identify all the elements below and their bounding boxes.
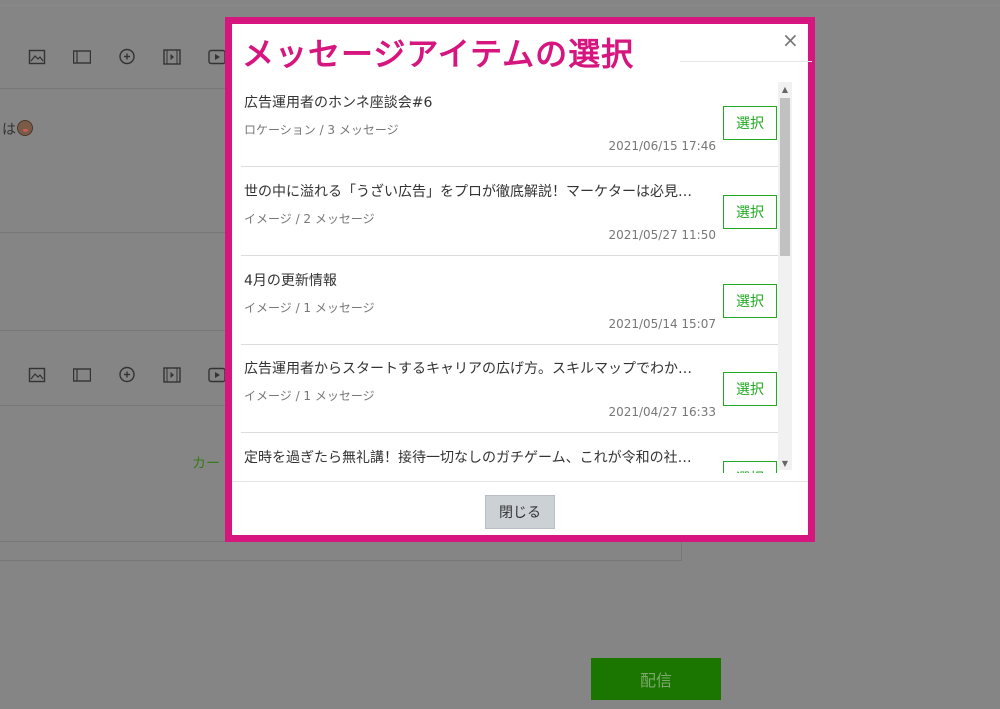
bg-divider <box>0 232 225 233</box>
item-meta: イメージ / 2 メッセージ <box>244 212 375 226</box>
card-link-text[interactable]: カー <box>192 453 220 473</box>
scroll-down-arrow-icon[interactable]: ▼ <box>778 456 792 470</box>
scroll-thumb[interactable] <box>780 98 790 256</box>
bg-divider <box>0 405 225 406</box>
message-fragment-text: は <box>2 122 16 138</box>
send-button[interactable]: 配信 <box>591 658 721 700</box>
select-button[interactable]: 選択 <box>723 461 777 473</box>
item-date: 2021/06/15 17:46 <box>608 139 716 153</box>
list-item: 広告運用者からスタートするキャリアの広げ方。スキルマップでわか… イメージ / … <box>241 345 781 433</box>
close-button[interactable]: 閉じる <box>485 495 555 529</box>
play-icon[interactable] <box>208 366 226 384</box>
select-button[interactable]: 選択 <box>723 195 777 229</box>
bg-divider <box>0 330 225 331</box>
item-date: 2021/04/27 16:33 <box>608 405 716 419</box>
bg-divider <box>0 5 1000 6</box>
image-icon[interactable] <box>28 366 46 384</box>
close-icon[interactable]: × <box>782 30 799 50</box>
item-title: 4月の更新情報 <box>244 273 337 289</box>
item-meta: イメージ / 1 メッセージ <box>244 389 375 403</box>
select-button[interactable]: 選択 <box>723 372 777 406</box>
image-icon[interactable] <box>28 48 46 66</box>
footer-divider <box>232 481 808 482</box>
item-meta: イメージ / 1 メッセージ <box>244 301 375 315</box>
item-date: 2021/05/14 15:07 <box>608 317 716 331</box>
list-item: 4月の更新情報 イメージ / 1 メッセージ 2021/05/14 15:07 … <box>241 257 781 345</box>
list-item: 世の中に溢れる「うざい広告」をプロが徹底解説！マーケターは必見… イメージ / … <box>241 168 781 256</box>
play-icon[interactable] <box>208 48 226 66</box>
item-title: 広告運用者からスタートするキャリアの広げ方。スキルマップでわか… <box>244 361 692 377</box>
emoji-icon <box>17 120 33 136</box>
title-divider <box>680 61 812 62</box>
card-icon[interactable] <box>73 366 91 384</box>
list-scrollbar[interactable]: ▲ ▼ <box>778 82 792 470</box>
list-item: 定時を過ぎたら無礼講！接待一切なしのガチゲーム、これが令和の社… 選択 <box>241 434 781 473</box>
item-title: 定時を過ぎたら無礼講！接待一切なしのガチゲーム、これが令和の社… <box>244 450 692 466</box>
bg-divider <box>0 88 225 89</box>
item-title: 世の中に溢れる「うざい広告」をプロが徹底解説！マーケターは必見… <box>244 184 692 200</box>
item-meta: ロケーション / 3 メッセージ <box>244 123 399 137</box>
scroll-up-arrow-icon[interactable]: ▲ <box>778 82 792 96</box>
select-button[interactable]: 選択 <box>723 106 777 140</box>
card-icon[interactable] <box>73 48 91 66</box>
sticker-icon[interactable] <box>118 366 136 384</box>
message-item-select-modal: メッセージアイテムの選択 × 広告運用者のホンネ座談会#6 ロケーション / 3… <box>225 17 815 542</box>
list-item: 広告運用者のホンネ座談会#6 ロケーション / 3 メッセージ 2021/06/… <box>241 79 781 167</box>
video-icon[interactable] <box>163 366 181 384</box>
text-input-field[interactable] <box>0 541 682 561</box>
modal-title: メッセージアイテムの選択 <box>242 35 635 73</box>
video-icon[interactable] <box>163 48 181 66</box>
select-button[interactable]: 選択 <box>723 284 777 318</box>
item-date: 2021/05/27 11:50 <box>608 228 716 242</box>
message-item-list[interactable]: 広告運用者のホンネ座談会#6 ロケーション / 3 メッセージ 2021/06/… <box>241 79 796 473</box>
sticker-icon[interactable] <box>118 48 136 66</box>
item-title: 広告運用者のホンネ座談会#6 <box>244 95 433 111</box>
